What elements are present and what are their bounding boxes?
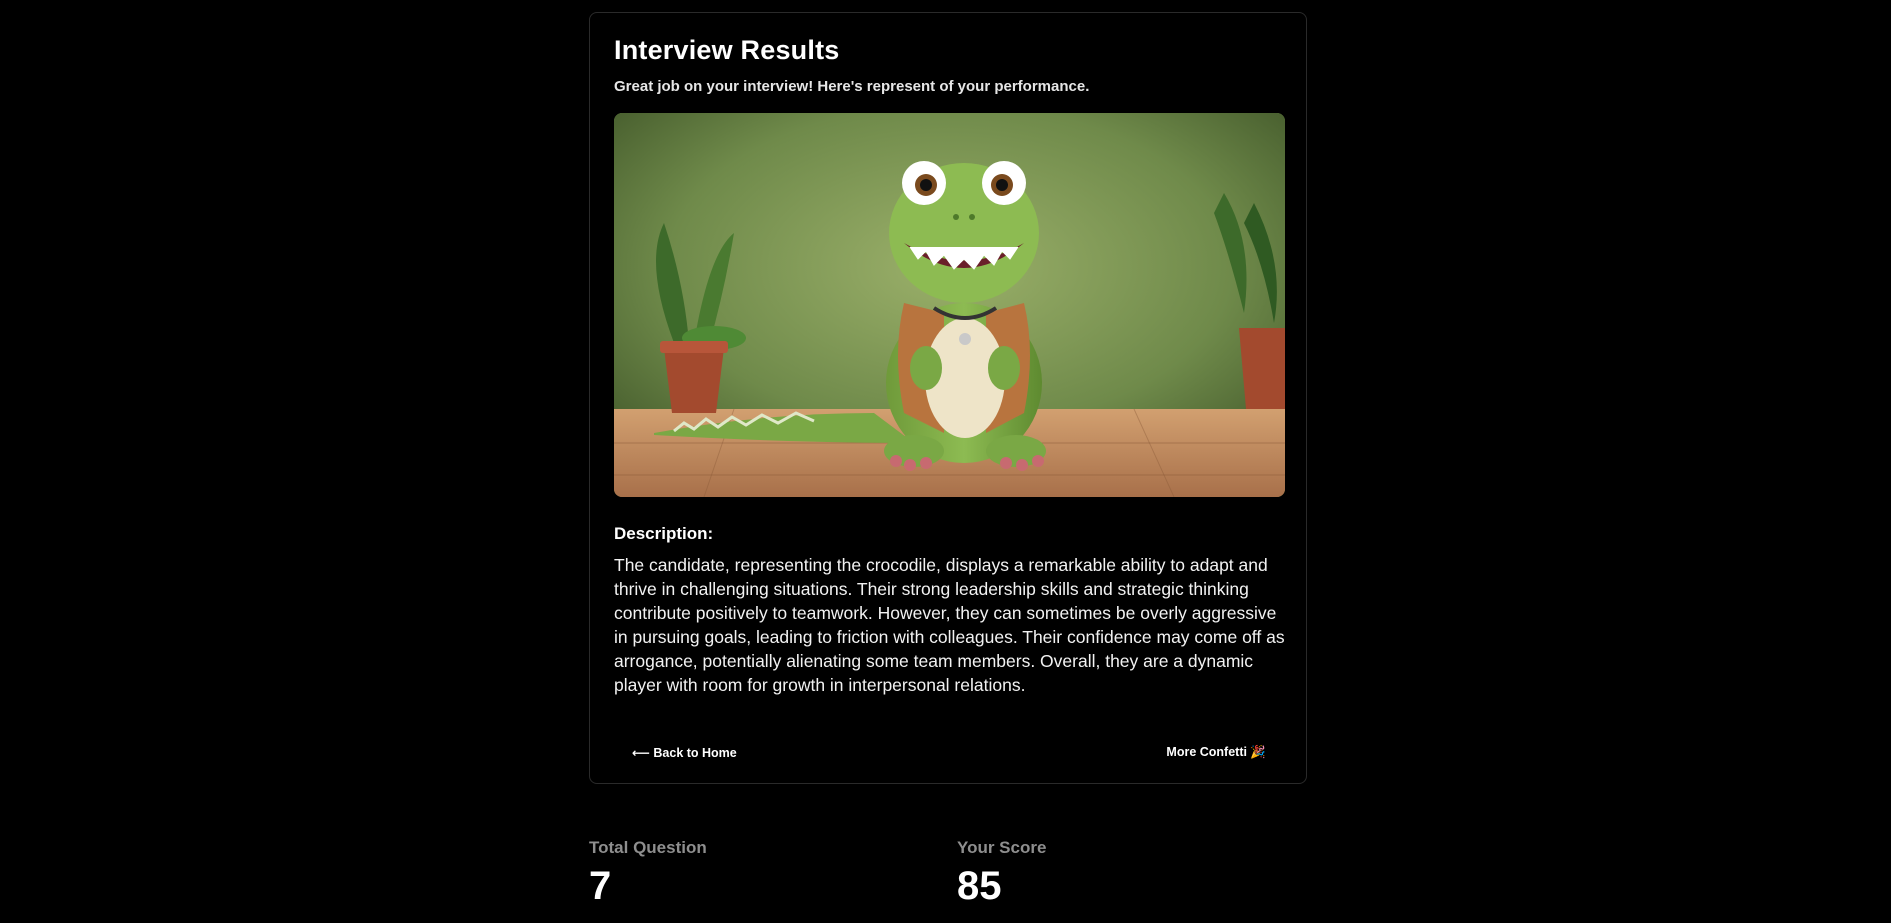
description-text: The candidate, representing the crocodil… bbox=[614, 555, 1285, 695]
total-question-value: 7 bbox=[589, 864, 612, 908]
crocodile-image bbox=[614, 113, 1285, 497]
description-heading: Description: bbox=[614, 524, 714, 543]
total-question-label: Total Question bbox=[589, 838, 707, 857]
page-title: Interview Results bbox=[614, 35, 840, 65]
score-value: 85 bbox=[957, 864, 1002, 908]
total-question-stat: Total Question 7 bbox=[589, 838, 707, 908]
back-to-home-button[interactable]: ⟵ Back to Home bbox=[626, 741, 743, 764]
score-stat: Your Score 85 bbox=[957, 838, 1047, 908]
score-label: Your Score bbox=[957, 838, 1047, 857]
subtitle: Great job on your interview! Here's repr… bbox=[614, 78, 1090, 95]
results-card: Interview Results Great job on your inte… bbox=[589, 12, 1307, 784]
more-confetti-button[interactable]: More Confetti 🎉 bbox=[1160, 741, 1272, 764]
